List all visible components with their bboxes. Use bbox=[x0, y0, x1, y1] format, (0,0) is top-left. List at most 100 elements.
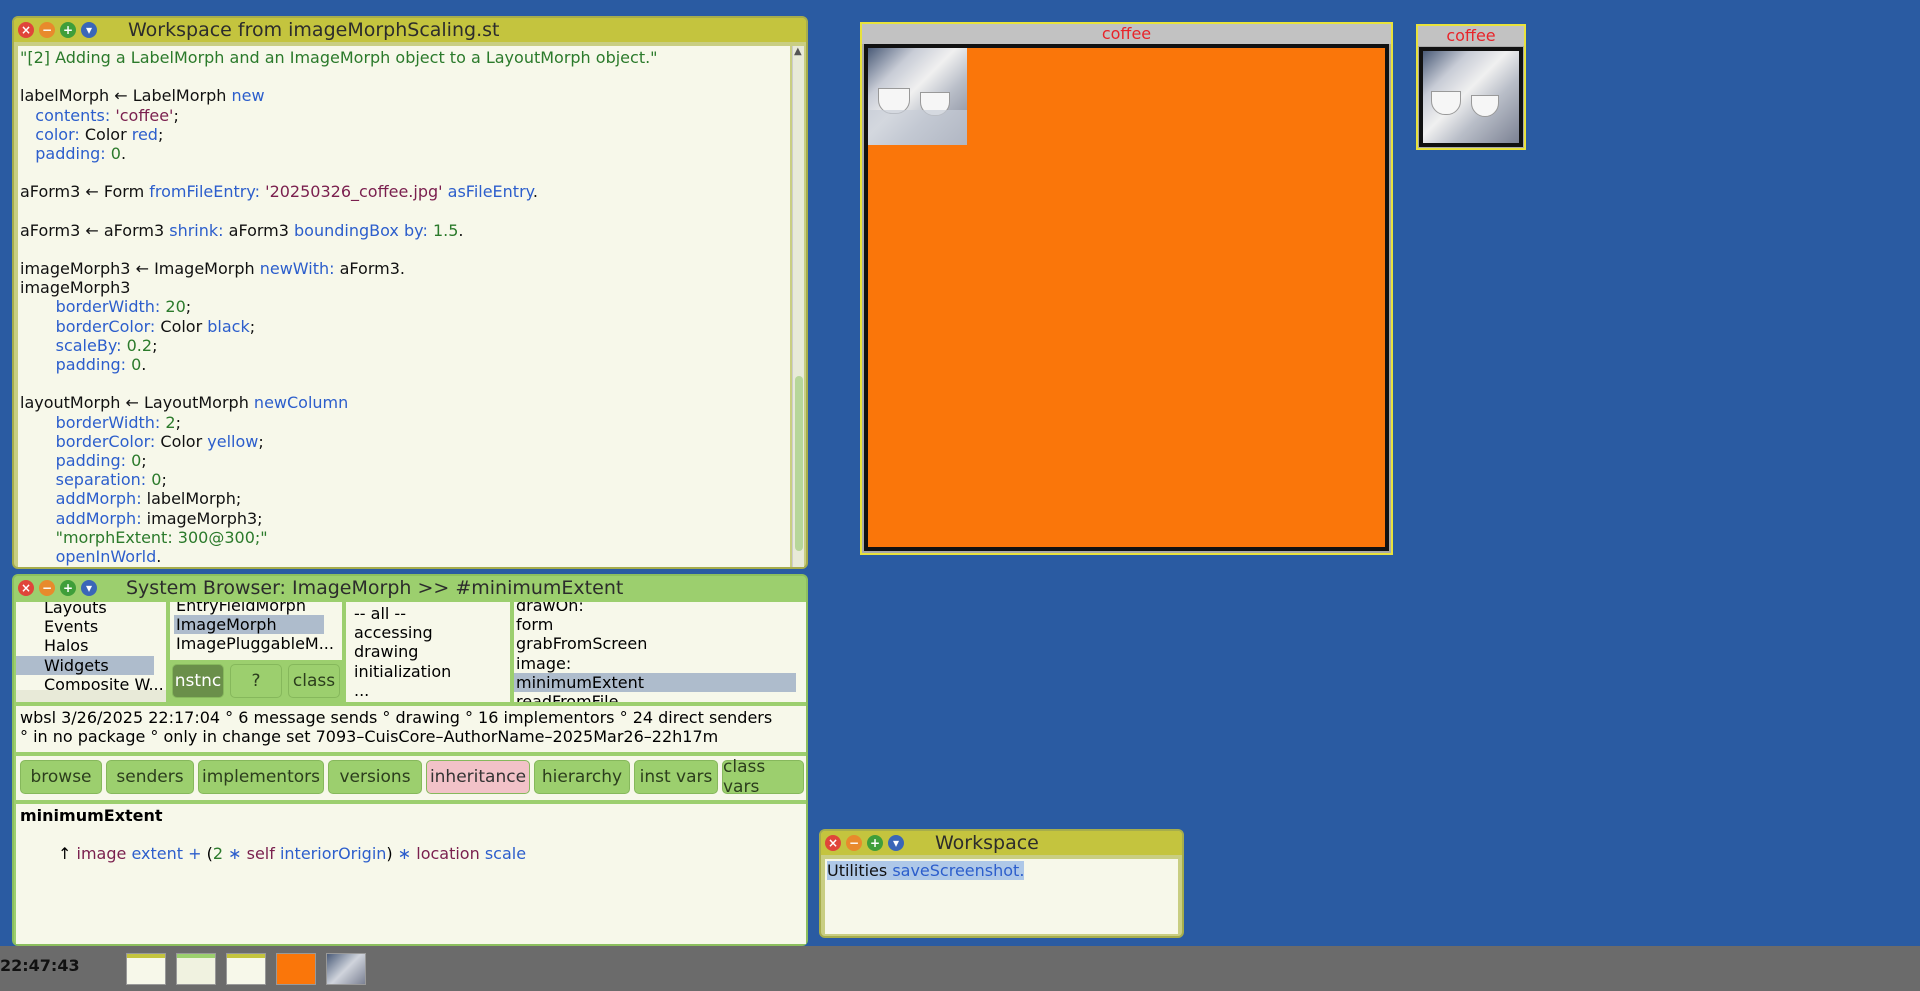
close-icon[interactable]: × bbox=[18, 22, 34, 38]
workspace-code-editor[interactable]: "[2] Adding a LabelMorph and an ImageMor… bbox=[18, 46, 790, 567]
clock: 22:47:43 bbox=[0, 956, 80, 975]
code-line: padding: 0. bbox=[35, 143, 127, 163]
method-body: ↑ image extent + (2 ∗ self interiorOrigi… bbox=[58, 844, 527, 864]
class-item[interactable]: ImageMorph bbox=[174, 615, 324, 635]
code-line: separation: 0; bbox=[55, 470, 167, 490]
coffee-image-morph[interactable] bbox=[864, 44, 1389, 551]
code-line: aForm3 ← Form fromFileEntry: '20250326_c… bbox=[20, 182, 538, 202]
comment-toggle[interactable]: ? bbox=[230, 664, 282, 698]
method-info: wbsl 3/26/2025 22:17:04 ° 6 message send… bbox=[16, 706, 806, 752]
method-name: minimumExtent bbox=[20, 806, 163, 825]
workspace-window[interactable]: × − + ▾ Workspace from imageMorphScaling… bbox=[12, 16, 808, 569]
close-icon[interactable]: × bbox=[825, 835, 841, 851]
category-list[interactable]: Layouts Events Halos Widgets Composite W... bbox=[16, 602, 166, 702]
workspace-code-editor[interactable]: Utilities saveScreenshot. bbox=[825, 859, 1178, 934]
coffee-image-morph[interactable] bbox=[1419, 47, 1523, 147]
info-line: wbsl 3/26/2025 22:17:04 ° 6 message send… bbox=[20, 708, 773, 727]
code-line: "morphExtent: 300@300;" bbox=[55, 527, 268, 547]
method-item[interactable]: drawOn: bbox=[514, 602, 796, 615]
code-line: imageMorph3 bbox=[20, 278, 131, 298]
inst-vars-button[interactable]: inst vars bbox=[634, 760, 718, 794]
class-list[interactable]: EntryFieldMorph ImageMorph ImagePluggableM… bbox=[170, 602, 342, 660]
protocol-item[interactable]: ... bbox=[354, 681, 451, 700]
inheritance-button[interactable]: inheritance bbox=[426, 760, 530, 794]
code-line: contents: 'coffee'; bbox=[35, 105, 179, 125]
hierarchy-button[interactable]: hierarchy bbox=[534, 760, 630, 794]
code-line: color: Color red; bbox=[35, 124, 164, 144]
code-line: layoutMorph ← LayoutMorph newColumn bbox=[20, 393, 349, 413]
code-line: padding: 0; bbox=[55, 450, 147, 470]
method-item[interactable]: minimumExtent bbox=[514, 672, 796, 693]
code-line: scaleBy: 0.2; bbox=[55, 335, 158, 355]
browse-button[interactable]: browse bbox=[20, 760, 102, 794]
browser-titlebar[interactable]: × − + ▾ bbox=[14, 576, 806, 600]
expand-icon[interactable]: + bbox=[867, 835, 883, 851]
collapse-icon[interactable]: − bbox=[846, 835, 862, 851]
protocol-item[interactable]: -- all -- bbox=[354, 604, 451, 623]
collapse-icon[interactable]: − bbox=[39, 580, 55, 596]
close-icon[interactable]: × bbox=[18, 580, 34, 596]
class-item[interactable]: EntryFieldMorph bbox=[174, 602, 324, 615]
method-item[interactable]: readFromFile bbox=[514, 692, 796, 702]
class-toggle[interactable]: class bbox=[288, 664, 340, 698]
coffee-label: coffee bbox=[1418, 26, 1524, 46]
workspace-scrollbar[interactable]: ▲ bbox=[792, 46, 804, 567]
code-line: addMorph: imageMorph3; bbox=[55, 508, 263, 528]
taskbar-thumb-browser[interactable] bbox=[176, 953, 216, 985]
workspace-titlebar[interactable]: × − + ▾ bbox=[14, 18, 806, 42]
protocol-list[interactable]: -- all -- accessing drawing initialization.… bbox=[346, 602, 510, 702]
code-line: borderWidth: 2; bbox=[55, 412, 181, 432]
taskbar-thumb-coffee-small[interactable] bbox=[326, 953, 366, 985]
code-line: padding: 0. bbox=[55, 355, 147, 374]
protocol-item[interactable]: accessing bbox=[354, 623, 451, 642]
method-item[interactable]: image: bbox=[514, 654, 796, 673]
code-line: addMorph: labelMorph; bbox=[55, 489, 242, 509]
instance-toggle[interactable]: nstnc bbox=[172, 664, 224, 698]
workspace-small-window[interactable]: × − + ▾ Workspace Utilities saveScreensh… bbox=[819, 829, 1184, 938]
menu-icon[interactable]: ▾ bbox=[81, 580, 97, 596]
info-line: ° in no package ° only in change set 709… bbox=[20, 727, 719, 747]
expand-icon[interactable]: + bbox=[60, 580, 76, 596]
code-line: borderColor: Color yellow; bbox=[55, 431, 264, 451]
senders-button[interactable]: senders bbox=[106, 760, 194, 794]
category-item[interactable]: Events bbox=[16, 617, 154, 636]
class-vars-button[interactable]: class vars bbox=[722, 757, 804, 797]
collapse-icon[interactable]: − bbox=[39, 22, 55, 38]
method-code-editor[interactable]: minimumExtent ↑ image extent + (2 ∗ self… bbox=[16, 804, 806, 944]
code-line: aForm3 ← aForm3 shrink: aForm3 boundingB… bbox=[20, 220, 464, 240]
method-list[interactable]: drawOn: form grabFromScreen image: minimumEx… bbox=[514, 602, 806, 702]
coffee-layout-morph-large[interactable]: coffee bbox=[860, 22, 1393, 555]
workspace-titlebar[interactable]: × − + ▾ bbox=[821, 831, 1182, 855]
class-item[interactable]: ImagePluggableM... bbox=[174, 634, 334, 653]
coffee-layout-morph-small[interactable]: coffee bbox=[1416, 24, 1526, 150]
code-line: borderWidth: 20; bbox=[55, 297, 192, 317]
code-line: openInWorld. bbox=[55, 546, 162, 566]
menu-icon[interactable]: ▾ bbox=[888, 835, 904, 851]
code-line: labelMorph ← LabelMorph new bbox=[20, 86, 265, 106]
category-item[interactable]: Halos bbox=[16, 636, 154, 655]
method-item[interactable]: form bbox=[514, 615, 796, 634]
versions-button[interactable]: versions bbox=[328, 760, 422, 794]
code-line: "[2] Adding a LabelMorph and an ImageMor… bbox=[20, 48, 658, 67]
coffee-label: coffee bbox=[862, 24, 1391, 44]
implementors-button[interactable]: implementors bbox=[198, 760, 324, 794]
coffee-photo-icon bbox=[868, 48, 967, 145]
system-browser-window[interactable]: × − + ▾ System Browser: ImageMorph >> #m… bbox=[12, 574, 808, 946]
protocol-item[interactable]: initialization bbox=[354, 662, 451, 681]
protocol-item[interactable]: drawing bbox=[354, 642, 451, 661]
taskbar-thumb-coffee-large[interactable] bbox=[276, 953, 316, 985]
taskbar-thumb-workspace-small[interactable] bbox=[226, 953, 266, 985]
code-line: imageMorph3 ← ImageMorph newWith: aForm3… bbox=[20, 259, 405, 279]
menu-icon[interactable]: ▾ bbox=[81, 22, 97, 38]
expand-icon[interactable]: + bbox=[60, 22, 76, 38]
category-item[interactable]: Widgets bbox=[16, 655, 154, 675]
method-item[interactable]: grabFromScreen bbox=[514, 634, 796, 653]
coffee-photo-icon bbox=[1431, 91, 1461, 115]
category-item[interactable]: Layouts bbox=[16, 602, 154, 617]
taskbar-thumb-workspace[interactable] bbox=[126, 953, 166, 985]
